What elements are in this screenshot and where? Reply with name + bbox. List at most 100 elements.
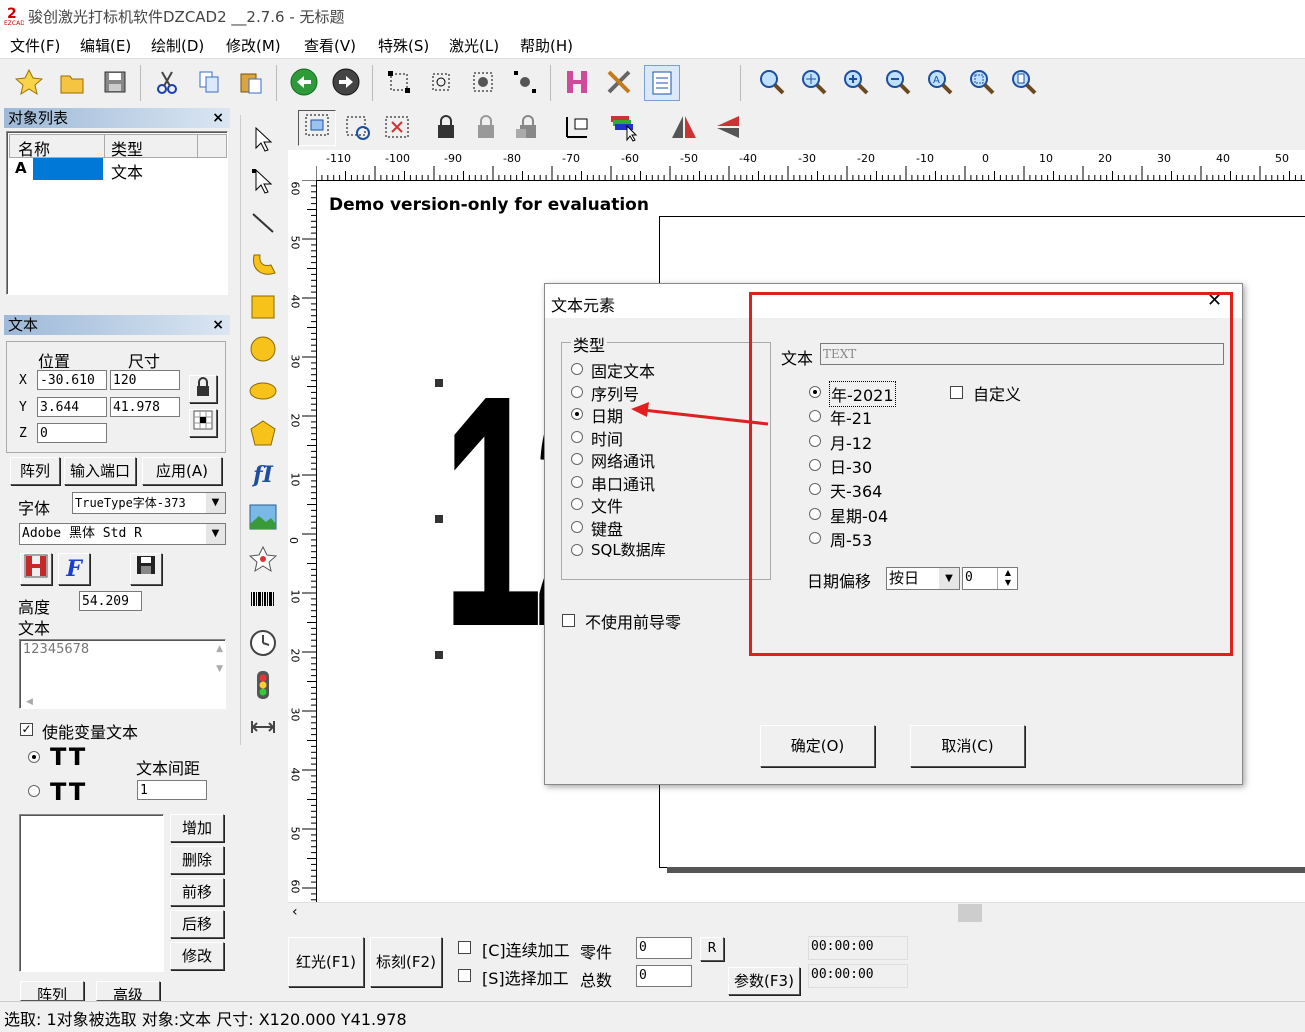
text-content-area[interactable]: 12345678 ▲ ▼ ◀ bbox=[19, 639, 226, 709]
io-signal-tool-icon[interactable] bbox=[246, 668, 280, 702]
params-button[interactable]: 参数(F3) bbox=[728, 967, 800, 995]
width-field[interactable]: 120 bbox=[110, 370, 180, 390]
zoom-all-icon[interactable]: A bbox=[923, 65, 957, 99]
font-name-select[interactable]: Adobe 黑体 Std R bbox=[19, 523, 226, 545]
scroll-left-icon[interactable]: ‹ bbox=[292, 904, 298, 920]
column-header-name[interactable]: 名称 bbox=[9, 134, 105, 159]
x-position-field[interactable]: -30.610 bbox=[37, 370, 107, 390]
undo-icon[interactable] bbox=[287, 65, 321, 99]
color-layer-icon[interactable] bbox=[607, 110, 641, 144]
menu-help[interactable]: 帮助(H) bbox=[520, 35, 573, 56]
line-tool-icon[interactable] bbox=[246, 206, 280, 240]
font-style-button[interactable]: F bbox=[58, 553, 90, 585]
zoom-in-icon[interactable] bbox=[839, 65, 873, 99]
hatch-icon[interactable] bbox=[560, 65, 594, 99]
unlock-icon[interactable] bbox=[469, 110, 503, 144]
menu-laser[interactable]: 激光(L) bbox=[449, 35, 499, 56]
save-font-button[interactable] bbox=[130, 553, 162, 585]
mark-button[interactable]: 标刻(F2) bbox=[370, 937, 442, 987]
barcode-tool-icon[interactable] bbox=[246, 584, 280, 618]
menu-modify[interactable]: 修改(M) bbox=[226, 35, 281, 56]
zoom-icon[interactable] bbox=[755, 65, 789, 99]
move-up-button[interactable]: 前移 bbox=[170, 878, 224, 906]
table-row[interactable]: A 文本 bbox=[9, 158, 225, 182]
clock-tool-icon[interactable] bbox=[246, 626, 280, 660]
total-field[interactable]: 0 bbox=[636, 965, 692, 987]
text-object[interactable]: 12 bbox=[442, 366, 552, 656]
close-icon[interactable]: × bbox=[212, 315, 224, 335]
rectangle-tool-icon[interactable] bbox=[246, 290, 280, 324]
mirror-horizontal-icon[interactable] bbox=[667, 110, 701, 144]
advanced-button[interactable]: 高级 bbox=[96, 981, 160, 1001]
move-down-button[interactable]: 后移 bbox=[170, 910, 224, 938]
menu-draw[interactable]: 绘制(D) bbox=[151, 35, 204, 56]
text-tool-icon[interactable]: fI bbox=[246, 458, 280, 492]
ok-button[interactable]: 确定(O) bbox=[760, 725, 875, 767]
type-radio-serial[interactable] bbox=[571, 386, 583, 398]
object-list[interactable]: 名称 类型 A 文本 bbox=[6, 131, 228, 295]
close-icon[interactable]: × bbox=[212, 108, 224, 128]
add-button[interactable]: 增加 bbox=[170, 814, 224, 842]
menu-view[interactable]: 查看(V) bbox=[304, 35, 356, 56]
chevron-down-icon[interactable]: ▼ bbox=[206, 524, 225, 544]
select-inside-icon[interactable] bbox=[380, 110, 414, 144]
node-arrow-icon[interactable] bbox=[246, 164, 280, 198]
cancel-button[interactable]: 取消(C) bbox=[910, 725, 1025, 767]
select-nodes-icon[interactable] bbox=[424, 65, 458, 99]
curve-tool-icon[interactable] bbox=[246, 248, 280, 282]
group-selection-icon[interactable] bbox=[298, 110, 336, 146]
y-position-field[interactable]: 3.644 bbox=[37, 397, 107, 417]
type-radio-file[interactable] bbox=[571, 498, 583, 510]
cut-icon[interactable] bbox=[150, 65, 184, 99]
reset-parts-button[interactable]: R bbox=[700, 937, 724, 961]
delete-button[interactable]: 删除 bbox=[170, 846, 224, 874]
paste-icon[interactable] bbox=[234, 65, 268, 99]
apply-button[interactable]: 应用(A) bbox=[142, 457, 222, 485]
scroll-down-icon[interactable]: ▼ bbox=[216, 664, 223, 674]
select-process-checkbox[interactable] bbox=[458, 969, 471, 982]
polygon-tool-icon[interactable] bbox=[246, 416, 280, 450]
ungroup-icon[interactable] bbox=[508, 65, 542, 99]
height-size-field[interactable]: 41.978 bbox=[110, 397, 180, 417]
chevron-down-icon[interactable]: ▼ bbox=[206, 493, 225, 513]
lock-ratio-button[interactable] bbox=[189, 375, 217, 403]
red-light-button[interactable]: 红光(F1) bbox=[288, 937, 364, 987]
type-radio-time[interactable] bbox=[571, 431, 583, 443]
scroll-left-icon[interactable]: ◀ bbox=[26, 697, 33, 707]
zoom-pan-icon[interactable] bbox=[797, 65, 831, 99]
redo-icon[interactable] bbox=[329, 65, 363, 99]
spacing-mode-radio-1[interactable] bbox=[28, 751, 40, 763]
tools-icon[interactable] bbox=[602, 65, 636, 99]
new-file-icon[interactable] bbox=[12, 65, 46, 99]
anchor-point-button[interactable] bbox=[189, 409, 217, 437]
open-file-icon[interactable] bbox=[55, 65, 89, 99]
rotate-selection-icon[interactable] bbox=[341, 110, 375, 144]
type-radio-date[interactable] bbox=[571, 408, 583, 420]
type-radio-fixed[interactable] bbox=[571, 363, 583, 375]
font-type-select[interactable]: TrueType字体-373 bbox=[72, 492, 226, 514]
menu-edit[interactable]: 编辑(E) bbox=[80, 35, 131, 56]
menu-file[interactable]: 文件(F) bbox=[10, 35, 60, 56]
type-radio-sql[interactable] bbox=[571, 544, 583, 556]
column-header-type[interactable]: 类型 bbox=[104, 134, 198, 159]
circle-tool-icon[interactable] bbox=[246, 332, 280, 366]
extend-axis-tool-icon[interactable] bbox=[246, 710, 280, 744]
height-field[interactable]: 54.209 bbox=[79, 591, 142, 611]
parts-field[interactable]: 0 bbox=[636, 937, 692, 959]
mirror-vertical-icon[interactable] bbox=[711, 110, 745, 144]
no-leading-zero-checkbox[interactable] bbox=[562, 614, 575, 627]
scrollbar-thumb[interactable] bbox=[958, 904, 982, 922]
vector-file-tool-icon[interactable] bbox=[246, 542, 280, 576]
input-port-button[interactable]: 输入端口 bbox=[64, 457, 136, 485]
group-icon[interactable] bbox=[466, 65, 500, 99]
canvas-horizontal-scrollbar[interactable]: ‹ bbox=[288, 902, 1305, 923]
spacing-mode-radio-2[interactable] bbox=[28, 785, 40, 797]
copy-icon[interactable] bbox=[192, 65, 226, 99]
type-radio-serial-port[interactable] bbox=[571, 476, 583, 488]
font-hatch-button[interactable] bbox=[20, 553, 52, 585]
unlock-all-icon[interactable] bbox=[510, 110, 544, 144]
type-radio-network[interactable] bbox=[571, 453, 583, 465]
array-button[interactable]: 阵列 bbox=[10, 457, 60, 485]
image-tool-icon[interactable] bbox=[246, 500, 280, 534]
zoom-selected-icon[interactable] bbox=[965, 65, 999, 99]
